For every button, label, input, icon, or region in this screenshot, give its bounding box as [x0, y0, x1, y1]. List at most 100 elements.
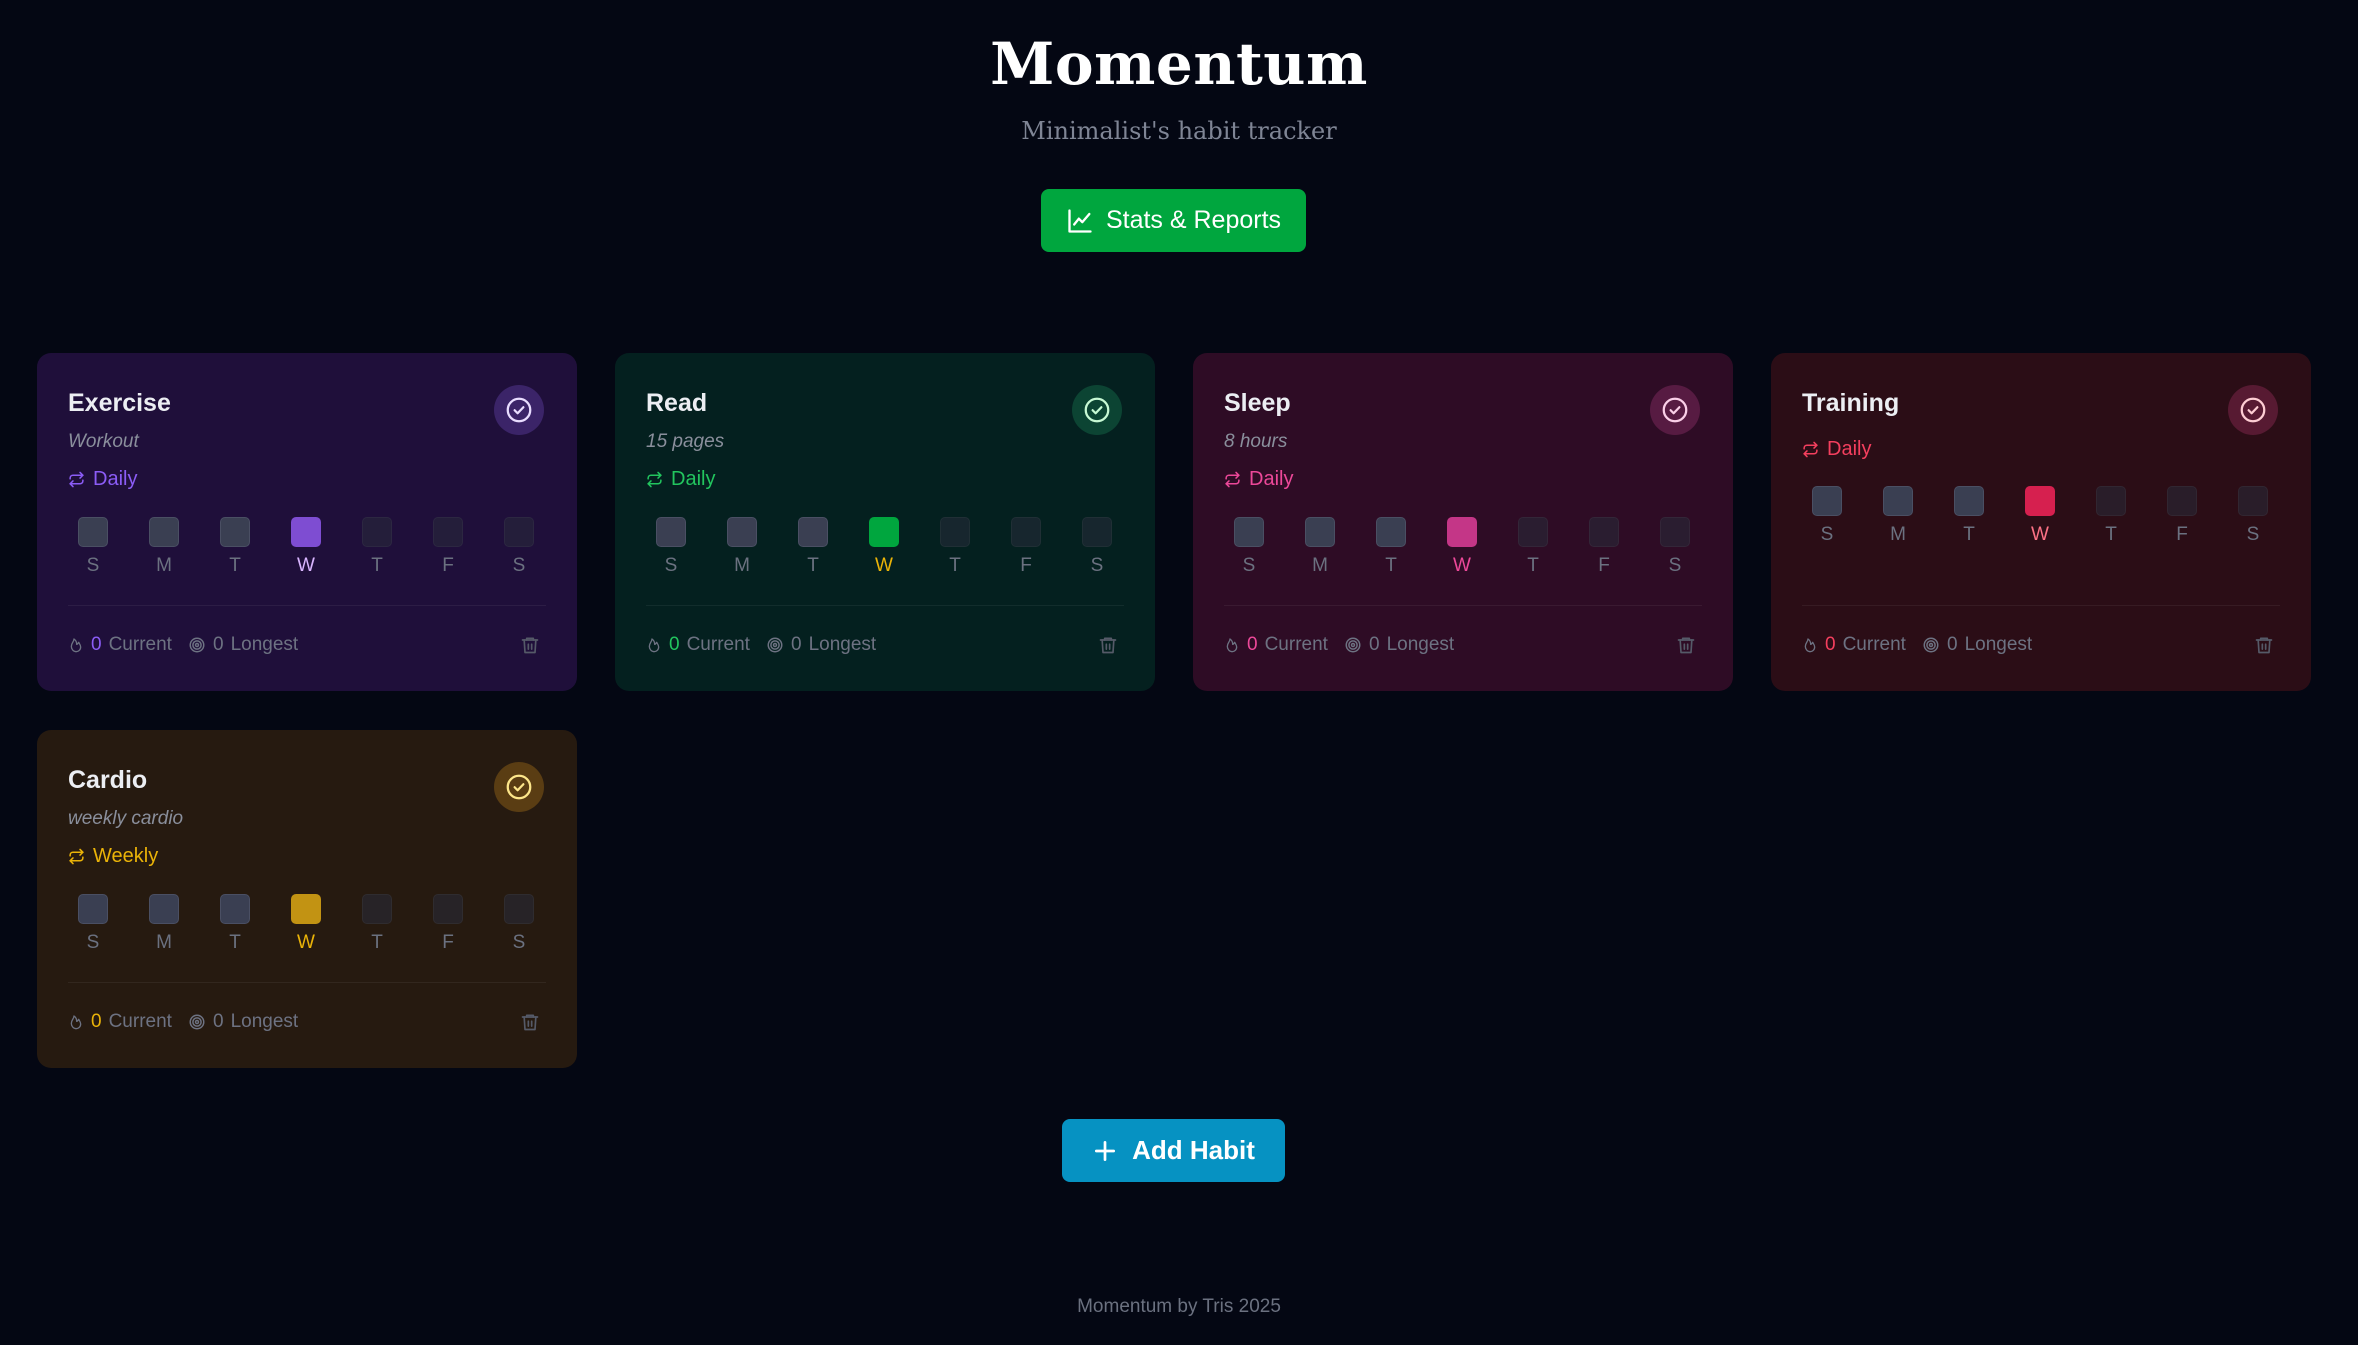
day-checkbox[interactable] — [1883, 486, 1913, 516]
longest-streak: 0 Longest — [188, 1011, 298, 1033]
day-cell[interactable]: T — [362, 517, 392, 577]
day-checkbox[interactable] — [433, 894, 463, 924]
day-cell[interactable]: T — [1954, 486, 1984, 546]
day-checkbox[interactable] — [940, 517, 970, 547]
delete-habit-button[interactable] — [1098, 634, 1118, 656]
day-cell[interactable]: T — [798, 517, 828, 577]
day-letter: S — [1090, 555, 1104, 576]
day-cell[interactable]: S — [78, 517, 108, 577]
day-cell[interactable]: T — [220, 894, 250, 954]
day-cell[interactable]: S — [1812, 486, 1842, 546]
week-days: S M T W T F S — [68, 894, 564, 964]
complete-today-button[interactable] — [494, 385, 544, 435]
day-checkbox[interactable] — [727, 517, 757, 547]
day-cell[interactable]: T — [940, 517, 970, 577]
day-checkbox[interactable] — [1660, 517, 1690, 547]
day-checkbox[interactable] — [1082, 517, 1112, 547]
day-checkbox[interactable] — [1234, 517, 1264, 547]
day-checkbox[interactable] — [1011, 517, 1041, 547]
day-cell[interactable]: F — [433, 517, 463, 577]
habit-card: Cardio weekly cardio Weekly S M T W T F … — [37, 730, 577, 1068]
day-checkbox[interactable] — [149, 517, 179, 547]
day-checkbox[interactable] — [78, 894, 108, 924]
complete-today-button[interactable] — [2228, 385, 2278, 435]
day-cell[interactable]: W — [869, 517, 899, 577]
repeat-icon — [68, 848, 85, 865]
day-letter: T — [1527, 555, 1539, 576]
day-checkbox[interactable] — [1812, 486, 1842, 516]
day-checkbox[interactable] — [869, 517, 899, 547]
day-cell[interactable]: M — [149, 517, 179, 577]
habit-card: Sleep 8 hours Daily S M T W T F S 0 Curr… — [1193, 353, 1733, 691]
day-cell[interactable]: S — [1660, 517, 1690, 577]
day-cell[interactable]: F — [1011, 517, 1041, 577]
day-checkbox[interactable] — [1447, 517, 1477, 547]
day-cell[interactable]: T — [1376, 517, 1406, 577]
day-checkbox[interactable] — [1589, 517, 1619, 547]
day-checkbox[interactable] — [656, 517, 686, 547]
day-checkbox[interactable] — [798, 517, 828, 547]
app-subtitle: Minimalist's habit tracker — [1021, 117, 1337, 145]
day-checkbox[interactable] — [2025, 486, 2055, 516]
day-checkbox[interactable] — [504, 894, 534, 924]
day-cell[interactable]: S — [1082, 517, 1112, 577]
delete-habit-button[interactable] — [1676, 634, 1696, 656]
day-cell[interactable]: W — [1447, 517, 1477, 577]
day-cell[interactable]: F — [1589, 517, 1619, 577]
day-checkbox[interactable] — [291, 894, 321, 924]
complete-today-button[interactable] — [494, 762, 544, 812]
day-cell[interactable]: T — [362, 894, 392, 954]
day-cell[interactable]: S — [656, 517, 686, 577]
day-cell[interactable]: M — [1883, 486, 1913, 546]
current-streak-label: Current — [1264, 634, 1328, 655]
day-cell[interactable]: S — [504, 517, 534, 577]
delete-habit-button[interactable] — [520, 634, 540, 656]
day-checkbox[interactable] — [78, 517, 108, 547]
day-letter: T — [371, 555, 383, 576]
day-cell[interactable]: S — [2238, 486, 2268, 546]
add-habit-button[interactable]: Add Habit — [1062, 1119, 1285, 1182]
day-cell[interactable]: S — [1234, 517, 1264, 577]
day-checkbox[interactable] — [362, 517, 392, 547]
day-checkbox[interactable] — [2238, 486, 2268, 516]
day-cell[interactable]: T — [2096, 486, 2126, 546]
day-letter: F — [1598, 555, 1610, 576]
current-streak-label: Current — [686, 634, 750, 655]
trash-icon — [520, 1011, 540, 1033]
day-checkbox[interactable] — [2167, 486, 2197, 516]
day-cell[interactable]: F — [433, 894, 463, 954]
habit-name: Sleep — [1224, 389, 1291, 417]
stats-reports-button[interactable]: Stats & Reports — [1041, 189, 1306, 252]
day-cell[interactable]: S — [504, 894, 534, 954]
day-cell[interactable]: W — [2025, 486, 2055, 546]
day-cell[interactable]: S — [78, 894, 108, 954]
day-cell[interactable]: W — [291, 517, 321, 577]
day-letter: F — [1020, 555, 1032, 576]
day-cell[interactable]: W — [291, 894, 321, 954]
day-checkbox[interactable] — [220, 517, 250, 547]
day-checkbox[interactable] — [1376, 517, 1406, 547]
day-checkbox[interactable] — [362, 894, 392, 924]
day-checkbox[interactable] — [291, 517, 321, 547]
day-checkbox[interactable] — [433, 517, 463, 547]
day-cell[interactable]: T — [220, 517, 250, 577]
footer-credit: Momentum by Tris 2025 — [1077, 1296, 1281, 1317]
day-cell[interactable]: T — [1518, 517, 1548, 577]
delete-habit-button[interactable] — [2254, 634, 2274, 656]
complete-today-button[interactable] — [1650, 385, 1700, 435]
day-cell[interactable]: M — [727, 517, 757, 577]
day-checkbox[interactable] — [1305, 517, 1335, 547]
day-checkbox[interactable] — [1518, 517, 1548, 547]
day-checkbox[interactable] — [149, 894, 179, 924]
current-streak-value: 0 — [91, 1011, 102, 1032]
delete-habit-button[interactable] — [520, 1011, 540, 1033]
day-cell[interactable]: F — [2167, 486, 2197, 546]
day-checkbox[interactable] — [504, 517, 534, 547]
day-checkbox[interactable] — [1954, 486, 1984, 516]
day-cell[interactable]: M — [1305, 517, 1335, 577]
day-checkbox[interactable] — [2096, 486, 2126, 516]
day-cell[interactable]: M — [149, 894, 179, 954]
complete-today-button[interactable] — [1072, 385, 1122, 435]
habit-frequency: Daily — [68, 468, 137, 491]
day-checkbox[interactable] — [220, 894, 250, 924]
